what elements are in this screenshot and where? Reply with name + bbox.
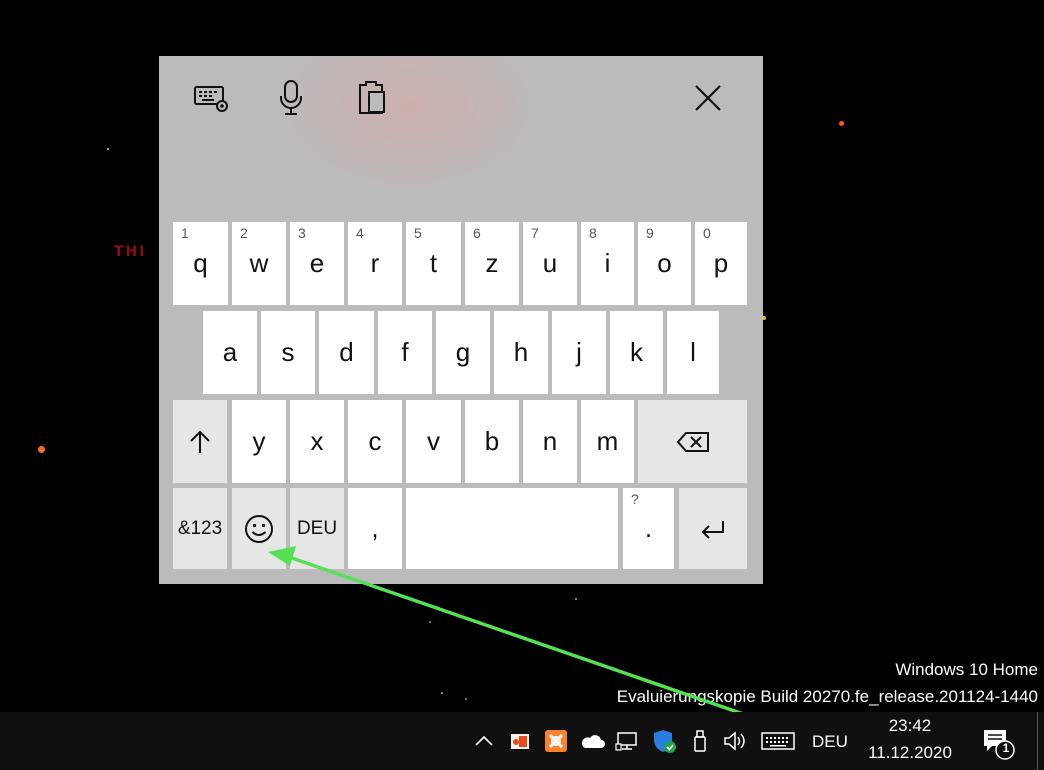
- key-b[interactable]: b: [465, 400, 519, 483]
- key-a[interactable]: a: [203, 311, 257, 394]
- emoji-icon: [245, 514, 273, 543]
- star-dot: [107, 148, 109, 150]
- close-icon: [695, 85, 721, 111]
- xampp-icon: [545, 730, 567, 752]
- clock-date: 11.12.2020: [868, 743, 952, 762]
- backspace-key[interactable]: [638, 400, 747, 483]
- key-l[interactable]: l: [667, 311, 719, 394]
- key-y[interactable]: y: [232, 400, 286, 483]
- keyboard-settings-icon: [194, 86, 228, 112]
- key-f[interactable]: f: [378, 311, 432, 394]
- taskbar: DEU 23:42 11.12.2020 1: [0, 712, 1044, 770]
- close-keyboard-button[interactable]: [688, 78, 728, 118]
- action-center-button[interactable]: 1: [980, 726, 1020, 762]
- network-icon: [615, 732, 637, 751]
- shift-key[interactable]: [173, 400, 227, 483]
- touch-keyboard-icon: [761, 732, 795, 750]
- key-t[interactable]: 5t: [406, 222, 461, 305]
- star-dot: [429, 621, 431, 623]
- shift-arrow-icon: [190, 430, 210, 453]
- key-v[interactable]: v: [406, 400, 461, 483]
- tray-xampp[interactable]: [543, 728, 569, 754]
- tray-volume[interactable]: [722, 728, 748, 754]
- key-x[interactable]: x: [290, 400, 344, 483]
- key-e[interactable]: 3e: [290, 222, 344, 305]
- volume-icon: [724, 731, 745, 751]
- build-watermark: Evaluierungskopie Build 20270.fe_release…: [616, 687, 1038, 706]
- star-dot: [839, 121, 844, 126]
- key-r[interactable]: 4r: [348, 222, 402, 305]
- star-dot: [38, 446, 45, 453]
- input-language-indicator[interactable]: DEU: [812, 732, 848, 752]
- key-m[interactable]: m: [581, 400, 634, 483]
- key-h[interactable]: h: [494, 311, 548, 394]
- clipboard-icon: [359, 81, 385, 114]
- tray-usb-drive[interactable]: [687, 728, 713, 754]
- space-key[interactable]: [406, 488, 618, 569]
- dictation-button[interactable]: [271, 78, 311, 118]
- backspace-icon: [676, 431, 709, 452]
- windows-security-icon: [654, 730, 676, 753]
- notification-count-badge: 1: [1002, 741, 1010, 755]
- background-game-text: THI: [114, 244, 147, 260]
- taskbar-clock[interactable]: 23:42 11.12.2020: [858, 712, 962, 770]
- key-z[interactable]: 6z: [465, 222, 519, 305]
- microphone-icon: [280, 80, 302, 115]
- tray-network[interactable]: [615, 728, 641, 754]
- key-c[interactable]: c: [348, 400, 402, 483]
- key-j[interactable]: j: [552, 311, 606, 394]
- windows-edition-watermark: Windows 10 Home: [895, 660, 1038, 679]
- star-dot: [441, 692, 443, 694]
- onedrive-icon: [581, 735, 605, 748]
- key-p[interactable]: 0p: [695, 222, 747, 305]
- show-hidden-icons-button[interactable]: [471, 728, 497, 754]
- symbols-key[interactable]: &123: [173, 488, 227, 569]
- key-o[interactable]: 9o: [638, 222, 691, 305]
- tray-windows-security[interactable]: [651, 728, 677, 754]
- clock-time: 23:42: [888, 716, 932, 735]
- emoji-key[interactable]: [232, 488, 286, 569]
- app-icon-red: [511, 734, 529, 749]
- comma-key[interactable]: ,: [348, 488, 402, 569]
- tray-onedrive[interactable]: [579, 728, 605, 754]
- tray-app-red[interactable]: [507, 728, 533, 754]
- star-dot: [465, 698, 467, 700]
- key-d[interactable]: d: [319, 311, 374, 394]
- key-u[interactable]: 7u: [523, 222, 577, 305]
- touch-keyboard-panel: 1q 2w 3e 4r 5t 6z 7u 8i 9o 0p a s d f g …: [159, 56, 763, 584]
- key-g[interactable]: g: [436, 311, 490, 394]
- key-w[interactable]: 2w: [232, 222, 286, 305]
- key-q[interactable]: 1q: [173, 222, 228, 305]
- enter-icon: [701, 520, 724, 539]
- chevron-up-icon: [475, 735, 493, 746]
- key-k[interactable]: k: [610, 311, 663, 394]
- enter-key[interactable]: [679, 488, 747, 569]
- language-key[interactable]: DEU: [290, 488, 344, 569]
- star-dot: [575, 598, 577, 600]
- key-s[interactable]: s: [261, 311, 315, 394]
- usb-drive-icon: [694, 730, 706, 752]
- key-i[interactable]: 8i: [581, 222, 634, 305]
- period-key[interactable]: ?.: [623, 488, 674, 569]
- key-n[interactable]: n: [523, 400, 577, 483]
- clipboard-button[interactable]: [352, 78, 392, 118]
- keyboard-settings-button[interactable]: [192, 78, 232, 118]
- show-desktop-button[interactable]: [1037, 712, 1044, 770]
- tray-touch-keyboard[interactable]: [760, 728, 796, 754]
